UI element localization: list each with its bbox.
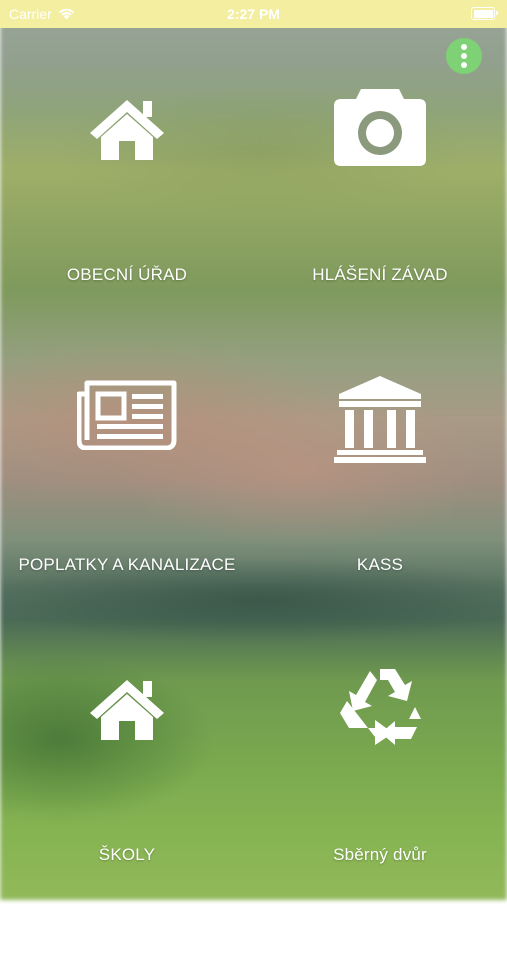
more-menu-button[interactable] [446,38,482,74]
status-bar: Carrier 2:27 PM [0,0,507,28]
camera-icon [334,89,426,166]
more-vertical-icon [461,44,467,68]
tile-label: ŠKOLY [98,845,156,864]
tile-sberny-dvur[interactable]: Sběrný dvůr [253,665,507,955]
home-icon [90,100,164,160]
tile-hlaseni-zavad[interactable]: HLÁŠENÍ ZÁVAD [253,85,507,375]
home-icon [90,680,164,740]
battery-icon [471,7,498,20]
tile-skoly[interactable]: ŠKOLY [0,665,254,955]
newspaper-icon [77,380,177,450]
tile-kass[interactable]: KASS [253,375,507,665]
tile-label: HLÁŠENÍ ZÁVAD [312,265,448,284]
bank-icon [334,376,426,463]
tile-poplatky-a-kanalizace[interactable]: POPLATKY A KANALIZACE [0,375,254,665]
tile-obecni-urad[interactable]: OBECNÍ ÚŘAD [0,85,254,375]
tile-label: KASS [356,555,404,574]
tile-label: POPLATKY A KANALIZACE [18,555,236,574]
recycle-icon [340,669,421,745]
tile-label: Sběrný dvůr [333,845,427,864]
tile-label: OBECNÍ ÚŘAD [66,265,188,284]
clock: 2:27 PM [227,6,280,22]
